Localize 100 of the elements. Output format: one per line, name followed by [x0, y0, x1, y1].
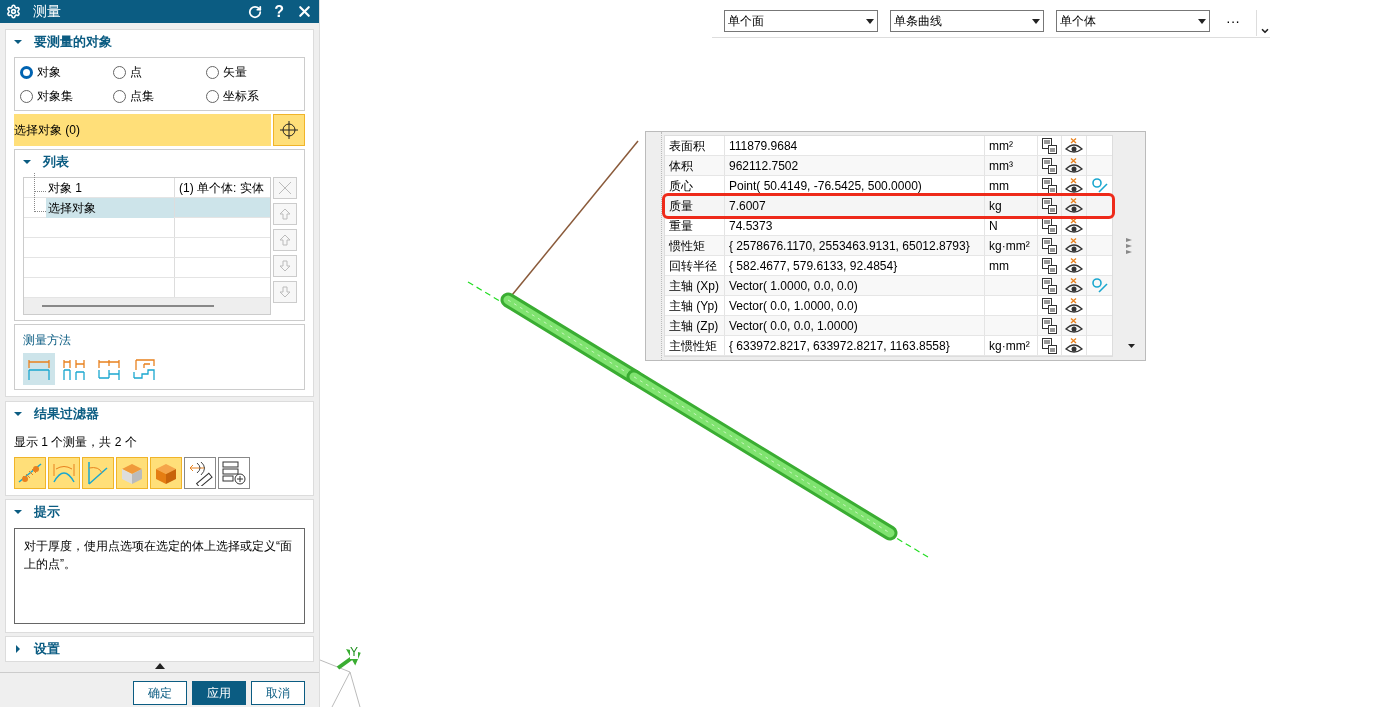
help-button[interactable]: ? — [274, 0, 284, 24]
eye-icon[interactable] — [1065, 317, 1083, 334]
list-item[interactable]: 对象 1 — [46, 177, 174, 198]
document-icon[interactable] — [1042, 317, 1057, 334]
expand-icon[interactable] — [1126, 238, 1132, 254]
dialog-button[interactable]: 应用 — [192, 681, 246, 705]
hint-text: 对于厚度，使用点选项在选定的体上选择或定义“面上的点”。 — [24, 538, 293, 573]
section-title[interactable]: 设置 — [34, 639, 60, 659]
close-icon[interactable] — [296, 3, 313, 20]
result-label: 表面积 — [669, 137, 705, 155]
locate-icon[interactable] — [1091, 277, 1108, 294]
eye-icon[interactable] — [1065, 277, 1083, 294]
document-icon[interactable] — [1042, 177, 1057, 194]
eye-icon[interactable] — [1065, 217, 1083, 234]
result-label: 惯性矩 — [669, 237, 705, 255]
filter-dropdown[interactable]: 单条曲线 — [890, 10, 1044, 32]
locate-icon[interactable] — [1091, 177, 1108, 194]
scrollbar[interactable] — [42, 305, 214, 307]
subsection-title: 测量方法 — [23, 333, 71, 347]
crosshair-button[interactable] — [273, 114, 305, 146]
document-icon[interactable] — [1042, 217, 1057, 234]
result-row[interactable]: 惯性矩 { 2578676.1170, 2553463.9131, 65012.8793} kg·mm² — [665, 236, 1112, 256]
eye-icon[interactable] — [1065, 237, 1083, 254]
arrow-icon — [278, 233, 292, 247]
section-title[interactable]: 提示 — [34, 502, 60, 522]
result-value: Point( 50.4149, -76.5425, 500.0000) — [729, 177, 922, 195]
eye-icon[interactable] — [1065, 157, 1083, 174]
result-row[interactable]: 主轴 (Zp) Vector( 0.0, 0.0, 1.0000) — [665, 316, 1112, 336]
result-label: 体积 — [669, 157, 693, 175]
result-value: Vector( 1.0000, 0.0, 0.0) — [729, 277, 858, 295]
toolbar-menu-icon[interactable] — [1260, 26, 1270, 36]
result-unit: mm² — [989, 137, 1013, 155]
result-label: 重量 — [669, 217, 693, 235]
document-icon[interactable] — [1042, 257, 1057, 274]
result-value: 74.5373 — [729, 217, 773, 235]
document-icon[interactable] — [1042, 198, 1057, 214]
list-item[interactable]: 选择对象 — [46, 197, 174, 218]
arrow-icon — [278, 285, 292, 299]
result-value: Vector( 0.0, 1.0000, 0.0) — [729, 297, 858, 315]
axis-label: Y — [350, 645, 358, 659]
radio-label[interactable]: 矢量 — [223, 63, 247, 81]
radio-label[interactable]: 对象 — [37, 63, 61, 81]
result-row[interactable]: 主惯性矩 { 633972.8217, 633972.8217, 1163.8558} kg·mm² — [665, 336, 1112, 356]
result-row[interactable]: 质心 Point( 50.4149, -76.5425, 500.0000) mm — [665, 176, 1112, 196]
eye-icon[interactable] — [1065, 257, 1083, 274]
radio-button[interactable] — [20, 89, 33, 103]
result-unit: kg — [989, 198, 1002, 215]
dialog-button[interactable]: 取消 — [251, 681, 305, 705]
caret-icon[interactable] — [14, 410, 22, 418]
radio-button[interactable] — [206, 65, 219, 79]
result-label: 主轴 (Yp) — [669, 297, 719, 315]
result-row[interactable]: 体积 962112.7502 mm³ — [665, 156, 1112, 176]
document-icon[interactable] — [1042, 157, 1057, 174]
settings-icon[interactable] — [6, 4, 21, 19]
dialog-button[interactable]: 确定 — [133, 681, 187, 705]
result-row[interactable]: 表面积 111879.9684 mm² — [665, 136, 1112, 156]
filter-summary: 显示 1 个测量，共 2 个 — [14, 435, 137, 449]
dropdown-arrow-icon — [1032, 18, 1040, 24]
subsection-title[interactable]: 列表 — [43, 152, 69, 172]
document-icon[interactable] — [1042, 137, 1057, 154]
section-title[interactable]: 结果过滤器 — [34, 404, 99, 424]
filter-button[interactable] — [218, 457, 250, 489]
arrow-icon — [278, 259, 292, 273]
eye-icon[interactable] — [1065, 297, 1083, 314]
radio-button[interactable] — [206, 89, 219, 103]
radio-label[interactable]: 坐标系 — [223, 87, 259, 105]
document-icon[interactable] — [1042, 277, 1057, 294]
result-row[interactable]: 主轴 (Xp) Vector( 1.0000, 0.0, 0.0) — [665, 276, 1112, 296]
selection-bar[interactable]: 选择对象 (0) — [14, 114, 271, 146]
result-value: 111879.9684 — [729, 137, 798, 155]
radio-label[interactable]: 点集 — [130, 87, 154, 105]
document-icon[interactable] — [1042, 297, 1057, 314]
more-button[interactable]: ··· — [1222, 10, 1244, 32]
eye-icon[interactable] — [1065, 137, 1083, 154]
document-icon[interactable] — [1042, 237, 1057, 254]
radio-button[interactable] — [113, 89, 126, 103]
scroll-down-icon[interactable] — [1128, 344, 1135, 348]
section-title[interactable]: 要测量的对象 — [34, 32, 112, 52]
result-label: 回转半径 — [669, 257, 717, 275]
delete-icon — [278, 181, 292, 195]
caret-icon[interactable] — [23, 158, 31, 166]
caret-icon[interactable] — [14, 508, 22, 516]
eye-icon[interactable] — [1065, 337, 1083, 354]
filter-button[interactable] — [184, 457, 216, 489]
filter-dropdown[interactable]: 单个体 — [1056, 10, 1210, 32]
radio-label[interactable]: 点 — [130, 63, 142, 81]
caret-icon[interactable] — [14, 38, 22, 46]
eye-icon[interactable] — [1065, 198, 1083, 214]
reset-icon[interactable] — [248, 4, 263, 19]
radio-label[interactable]: 对象集 — [37, 87, 73, 105]
result-row[interactable]: 回转半径 { 582.4677, 579.6133, 92.4854} mm — [665, 256, 1112, 276]
radio-button[interactable] — [113, 65, 126, 79]
radio-button[interactable] — [20, 65, 33, 79]
document-icon[interactable] — [1042, 337, 1057, 354]
result-row[interactable]: 主轴 (Yp) Vector( 0.0, 1.0000, 0.0) — [665, 296, 1112, 316]
result-value: { 582.4677, 579.6133, 92.4854} — [729, 257, 898, 275]
caret-icon[interactable] — [14, 645, 22, 653]
eye-icon[interactable] — [1065, 177, 1083, 194]
highlighted-row[interactable]: 质量 7.6007 kg — [665, 196, 1112, 216]
filter-dropdown[interactable]: 单个面 — [724, 10, 878, 32]
